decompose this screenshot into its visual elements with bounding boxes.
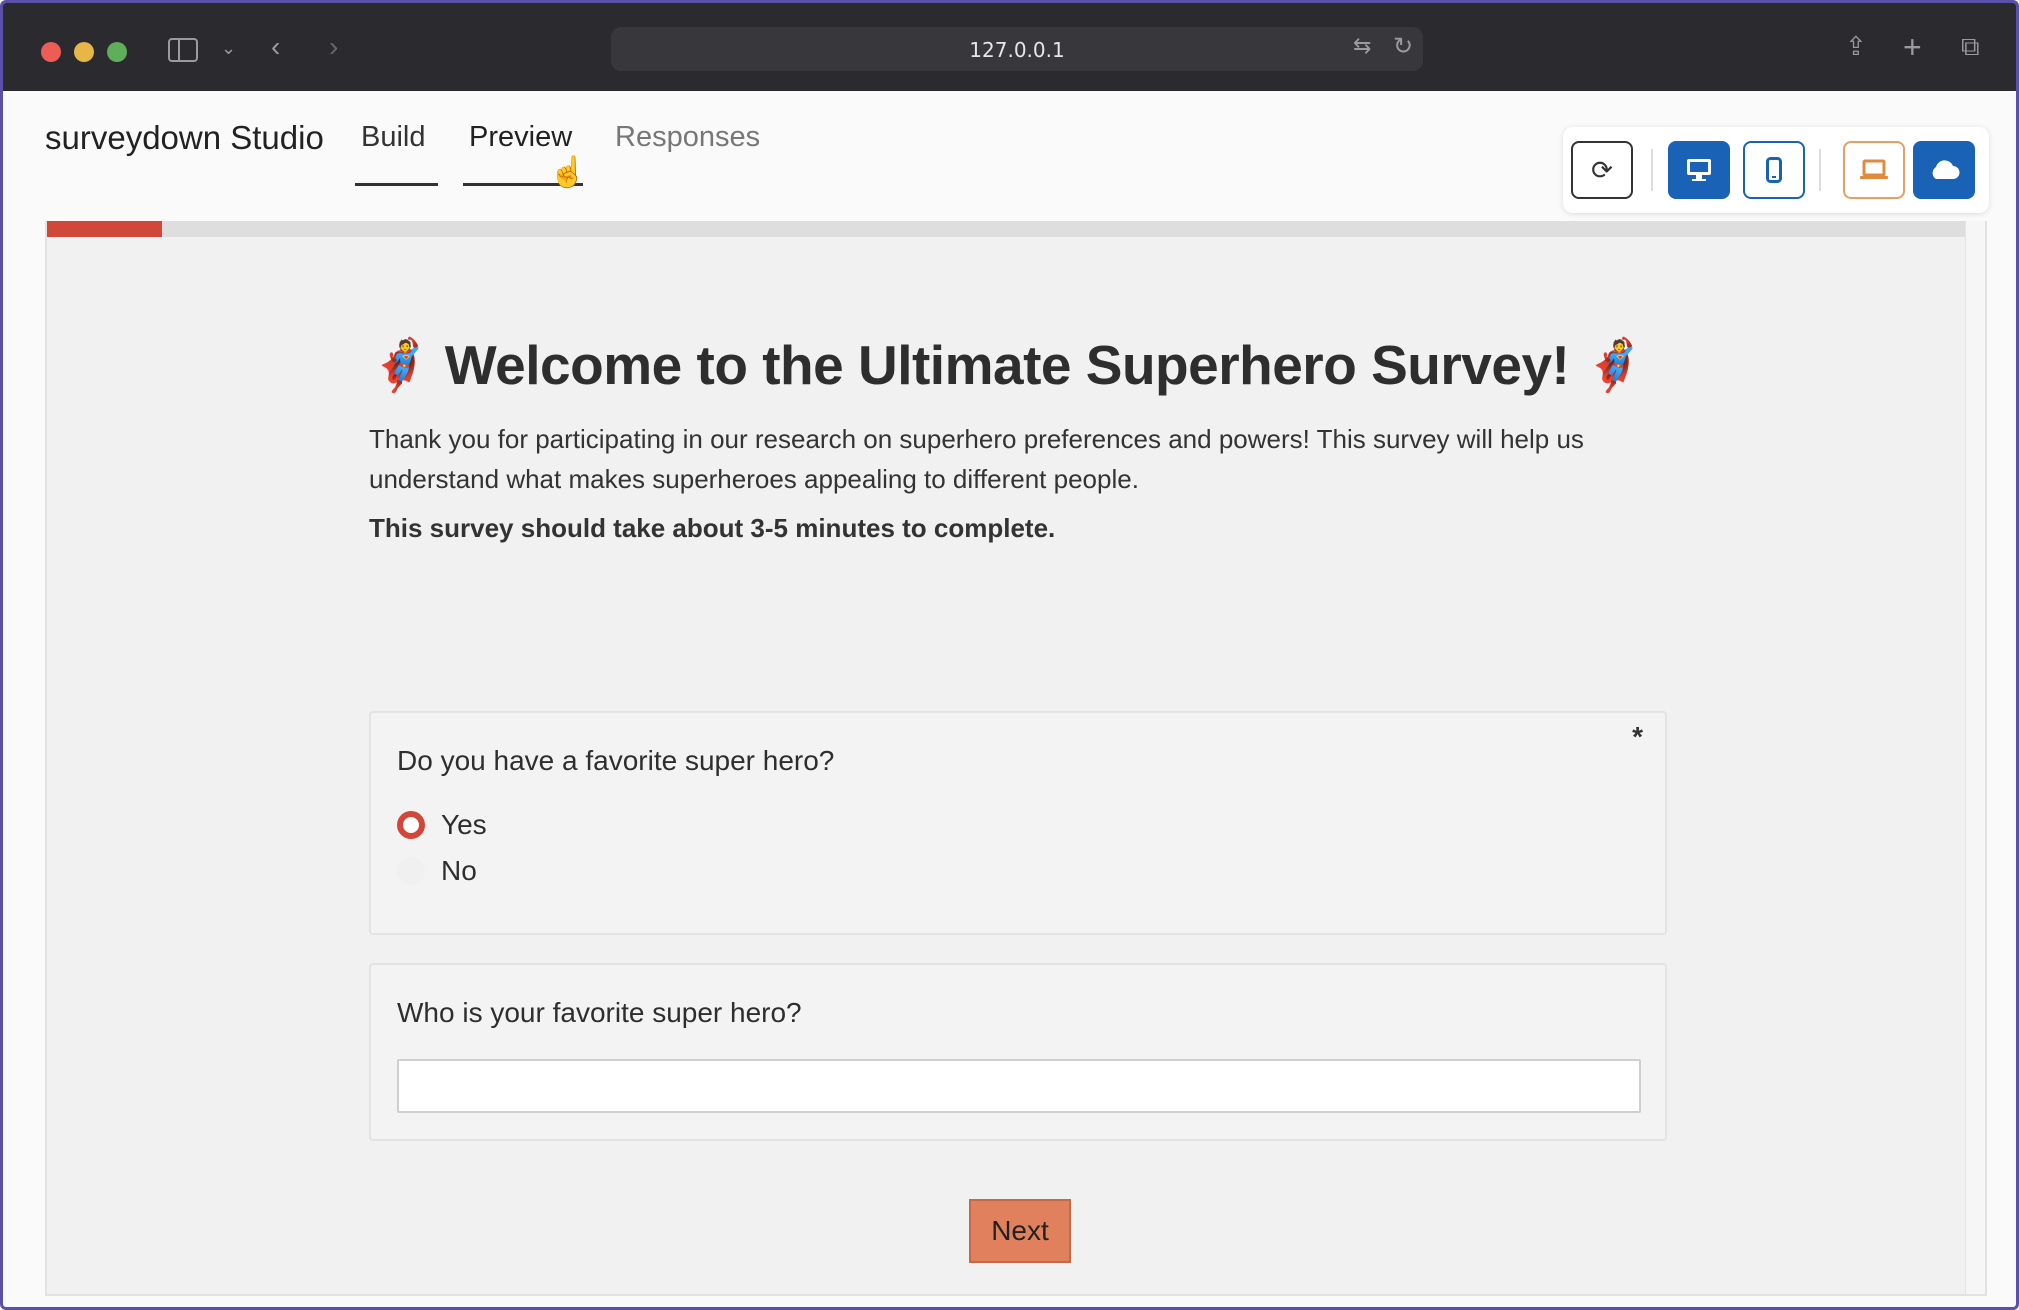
hand-cursor-icon: ☝ (549, 156, 587, 189)
app-header: surveydown Studio Build Preview Response… (3, 91, 2016, 221)
survey-progress-fill (47, 221, 163, 237)
scrollbar[interactable] (1965, 221, 1985, 1294)
question-card-favorite-hero: Who is your favorite super hero? (369, 963, 1667, 1141)
tab-preview[interactable]: Preview (469, 121, 572, 154)
question-label: Who is your favorite super hero? (397, 997, 802, 1028)
radio-option-label: No (441, 855, 477, 886)
tab-build-underline (355, 183, 438, 186)
mobile-view-button[interactable] (1743, 141, 1805, 199)
forward-icon[interactable]: › (329, 33, 338, 61)
question-card-favorite-exists: Do you have a favorite super hero? * Yes… (369, 711, 1667, 935)
tab-overview-icon[interactable]: ⧉ (1961, 33, 1980, 59)
required-marker: * (1632, 721, 1643, 752)
url-text: 127.0.0.1 (969, 38, 1065, 62)
share-icon[interactable]: ⇪ (1845, 33, 1867, 59)
laptop-icon (1860, 159, 1888, 179)
preview-toolbar: ⟳ (1563, 127, 1989, 213)
question-label: Do you have a favorite super hero? (397, 745, 835, 776)
tab-responses[interactable]: Responses (615, 121, 760, 154)
survey-duration: This survey should take about 3-5 minute… (369, 513, 1056, 543)
radio-button-checked[interactable] (397, 811, 425, 839)
survey-content: 🦸 Welcome to the Ultimate Superhero Surv… (369, 333, 1669, 1263)
refresh-button[interactable]: ⟳ (1571, 141, 1633, 199)
new-tab-icon[interactable]: + (1903, 31, 1922, 63)
zoom-window-button[interactable] (107, 42, 127, 62)
cloud-deploy-button[interactable] (1913, 141, 1975, 199)
favorite-hero-input[interactable] (397, 1059, 1641, 1113)
survey-progress-bar (47, 221, 1969, 237)
radio-option-yes[interactable]: Yes (397, 809, 487, 841)
radio-option-label: Yes (441, 809, 487, 840)
back-icon[interactable]: ‹ (271, 33, 280, 61)
local-run-button[interactable] (1843, 141, 1905, 199)
tab-build[interactable]: Build (361, 121, 426, 154)
toolbar-divider (1651, 149, 1653, 191)
superhero-icon: 🦸 (369, 336, 431, 393)
reload-icon[interactable]: ↻ (1393, 35, 1413, 59)
survey-title: 🦸 Welcome to the Ultimate Superhero Surv… (369, 333, 1669, 397)
chevron-down-icon[interactable]: ⌄ (221, 39, 236, 57)
desktop-icon (1687, 159, 1711, 181)
survey-preview-panel: 🦸 Welcome to the Ultimate Superhero Surv… (45, 221, 1987, 1296)
superhero-icon: 🦸 (1583, 336, 1646, 393)
desktop-view-button[interactable] (1668, 141, 1730, 199)
address-bar[interactable]: 127.0.0.1 ⇆ ↻ (611, 27, 1423, 71)
window-frame: ⌄ ‹ › 127.0.0.1 ⇆ ↻ ⇪ + ⧉ surveydown Stu… (0, 0, 2019, 1310)
survey-title-text: Welcome to the Ultimate Superhero Survey… (444, 334, 1570, 396)
cloud-icon (1932, 160, 1960, 179)
close-window-button[interactable] (41, 42, 61, 62)
sidebar-toggle-icon[interactable] (168, 38, 198, 62)
mobile-icon (1766, 157, 1782, 183)
browser-toolbar: ⌄ ‹ › 127.0.0.1 ⇆ ↻ ⇪ + ⧉ (3, 3, 2016, 91)
radio-option-no[interactable]: No (397, 855, 477, 887)
survey-intro: Thank you for participating in our resea… (369, 424, 1584, 494)
brand-title: surveydown Studio (45, 119, 324, 156)
toolbar-divider (1819, 149, 1821, 191)
translate-icon[interactable]: ⇆ (1353, 35, 1371, 57)
refresh-icon: ⟳ (1591, 154, 1613, 185)
minimize-window-button[interactable] (74, 42, 94, 62)
radio-button[interactable] (397, 857, 425, 885)
next-button[interactable]: Next (969, 1199, 1071, 1263)
